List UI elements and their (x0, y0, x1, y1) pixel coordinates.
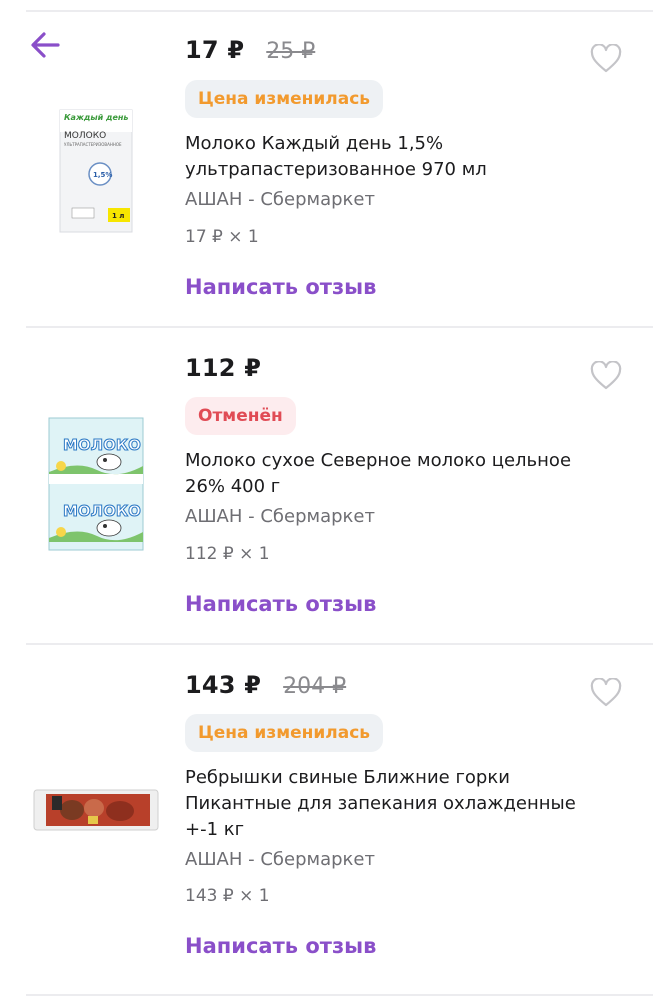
product-title[interactable]: Молоко сухое Северное молоко цельное 26%… (185, 448, 605, 500)
top-divider (26, 10, 653, 12)
heart-outline-icon[interactable] (590, 43, 622, 74)
status-badge: Отменён (185, 397, 296, 435)
svg-text:1 л: 1 л (112, 212, 124, 220)
back-arrow-icon[interactable] (28, 28, 64, 64)
svg-text:МОЛОКО: МОЛОКО (64, 131, 106, 141)
price-row: 112 ₽ (185, 354, 261, 382)
svg-text:Каждый день: Каждый день (64, 113, 128, 122)
quantity-price: 112 ₽ × 1 (185, 544, 270, 564)
svg-text:1,5%: 1,5% (93, 171, 112, 179)
write-review-link[interactable]: Написать отзыв (185, 934, 376, 958)
status-badge: Цена изменилась (185, 80, 384, 118)
quantity-price: 17 ₽ × 1 (185, 227, 259, 247)
svg-text:МОЛОКО: МОЛОКО (63, 436, 141, 454)
svg-text:УЛЬТРАПАСТЕРИЗОВАННОЕ: УЛЬТРАПАСТЕРИЗОВАННОЕ (64, 142, 122, 147)
price-row: 143 ₽ 204 ₽ (185, 671, 346, 699)
product-image-milk[interactable]: Каждый день МОЛОКО УЛЬТРАПАСТЕРИЗОВАННОЕ… (26, 100, 166, 240)
bottom-divider (26, 994, 653, 996)
current-price: 17 ₽ (185, 36, 245, 64)
heart-outline-icon[interactable] (590, 360, 622, 391)
svg-text:МОЛОКО: МОЛОКО (63, 502, 141, 520)
status-badge: Цена изменилась (185, 714, 384, 752)
write-review-link[interactable]: Написать отзыв (185, 275, 376, 299)
old-price: 25 ₽ (266, 39, 316, 64)
heart-outline-icon[interactable] (590, 677, 622, 708)
store-name: АШАН - Сбермаркет (185, 849, 375, 870)
store-name: АШАН - Сбермаркет (185, 506, 375, 527)
current-price: 112 ₽ (185, 354, 262, 382)
current-price: 143 ₽ (185, 671, 262, 699)
quantity-price: 143 ₽ × 1 (185, 886, 270, 906)
store-name: АШАН - Сбермаркет (185, 189, 375, 210)
item-divider (26, 643, 653, 645)
product-image-dry-milk[interactable]: МОЛОКО МОЛОКО (26, 412, 166, 556)
price-row: 17 ₽ 25 ₽ (185, 36, 315, 64)
old-price: 204 ₽ (283, 674, 347, 699)
product-title[interactable]: Ребрышки свиные Ближние горки Пикантные … (185, 765, 605, 843)
item-divider (26, 326, 653, 328)
product-title[interactable]: Молоко Каждый день 1,5% ультрапастеризов… (185, 131, 605, 183)
product-image-ribs[interactable] (26, 780, 166, 840)
write-review-link[interactable]: Написать отзыв (185, 592, 376, 616)
